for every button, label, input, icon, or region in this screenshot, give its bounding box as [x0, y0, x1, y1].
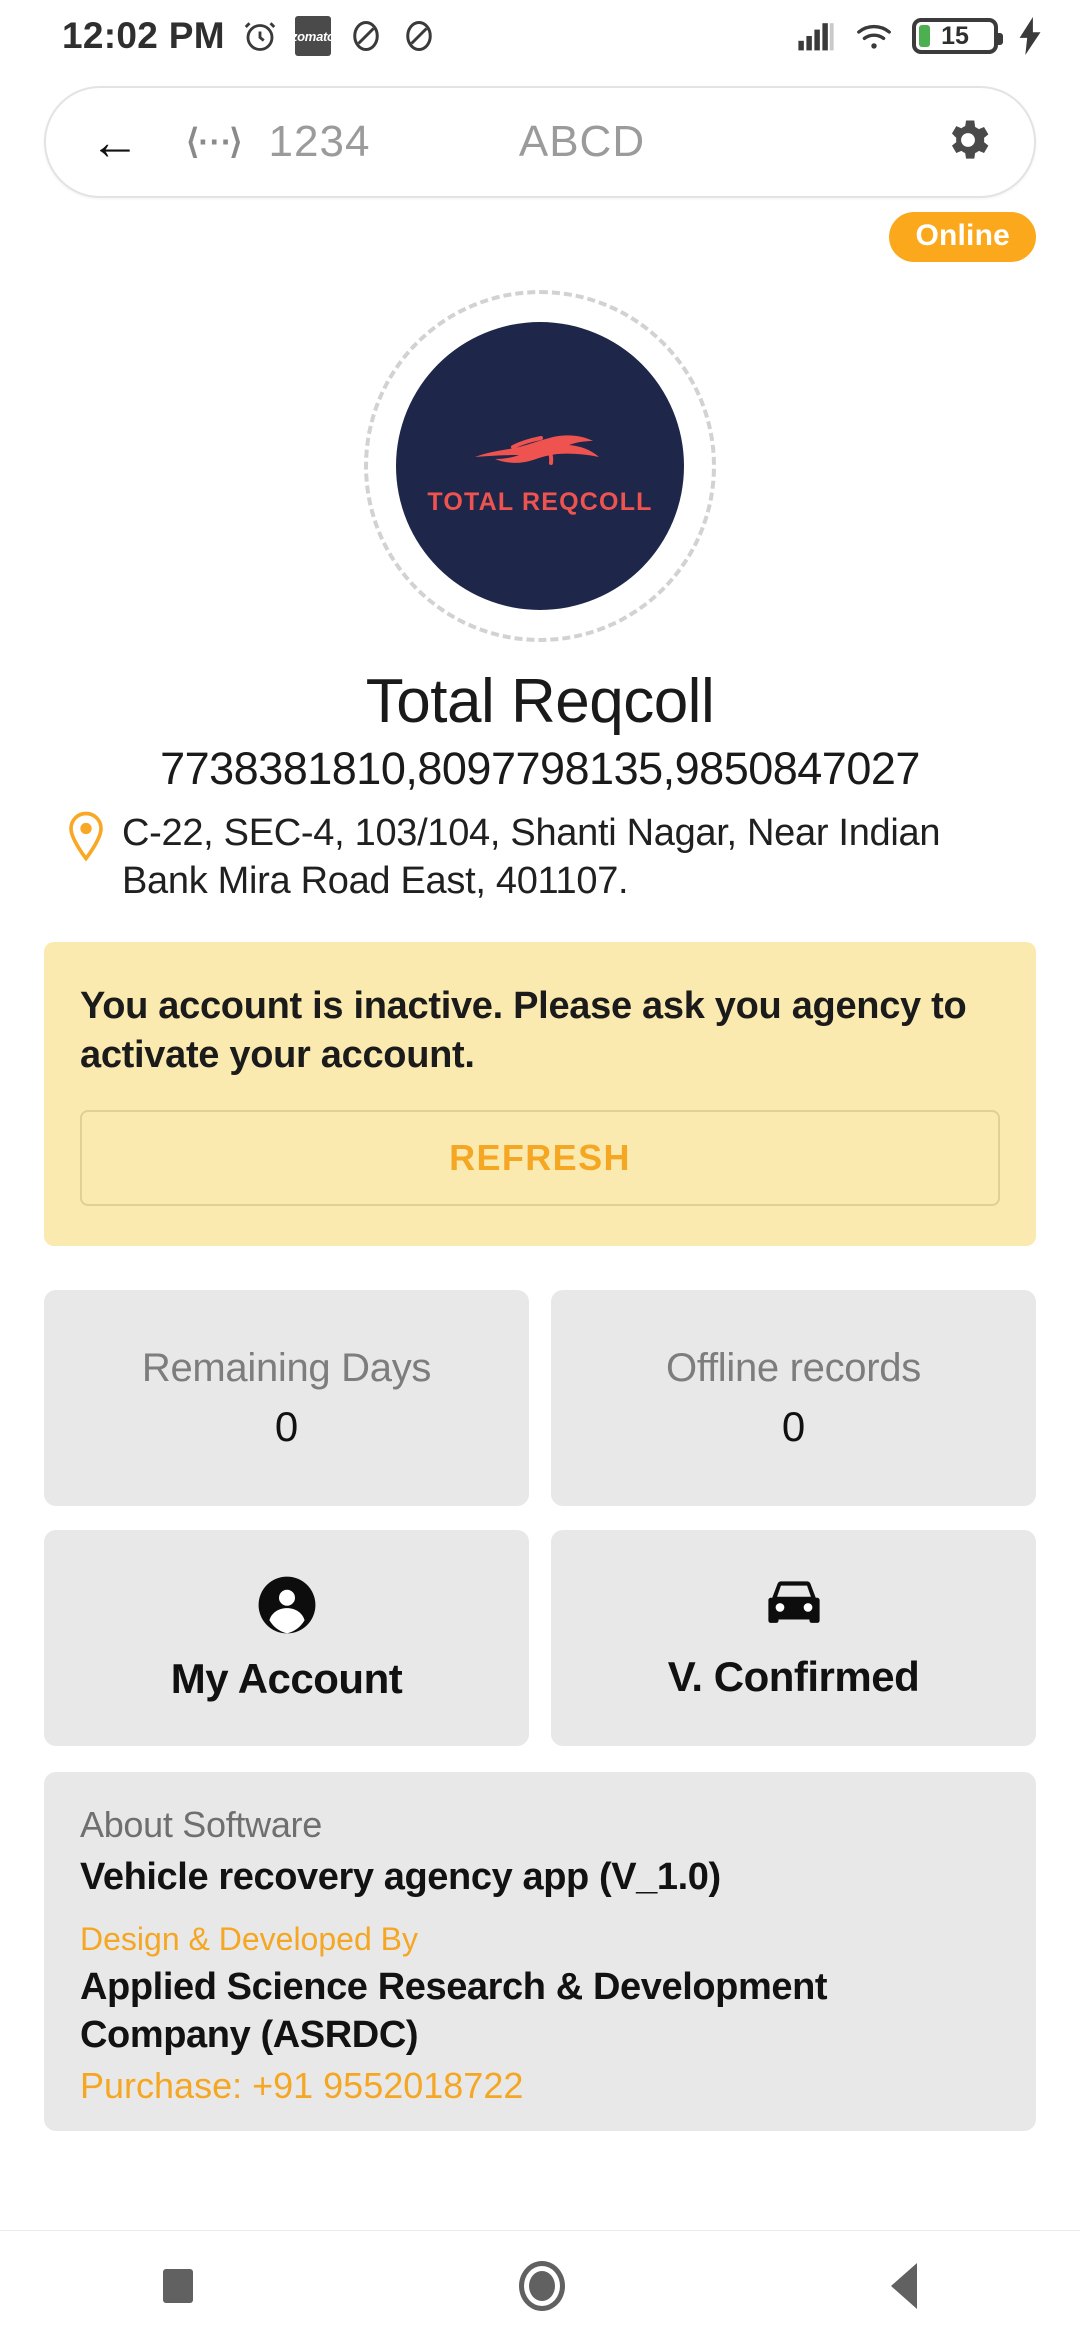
- status-bar-right: 15: [796, 17, 1046, 55]
- app-notification-icon-2: [401, 18, 437, 54]
- stat-value: 0: [781, 1402, 806, 1450]
- status-badge: Online: [889, 212, 1036, 262]
- car-icon: [760, 1576, 828, 1639]
- zomato-icon: zomato: [291, 16, 335, 56]
- about-heading: About Software: [80, 1804, 322, 1846]
- stat-value: 0: [274, 1402, 299, 1450]
- alarm-icon: [242, 18, 278, 54]
- action-card-v-confirmed[interactable]: V. Confirmed: [551, 1530, 1036, 1747]
- wifi-icon: [854, 20, 894, 52]
- business-address: C-22, SEC-4, 103/104, Shanti Nagar, Near…: [122, 812, 941, 903]
- letters-field[interactable]: ABCD: [519, 117, 645, 167]
- triangle-back-icon[interactable]: [891, 2262, 917, 2309]
- about-developer-name: Applied Science Research & Development C…: [80, 1966, 828, 2056]
- action-label: V. Confirmed: [667, 1652, 920, 1700]
- status-bar-left: 12:02 PM zomato: [62, 15, 437, 57]
- about-software-card: About Software Vehicle recovery agency a…: [44, 1772, 1036, 2132]
- status-badge-row: Online: [0, 198, 1080, 262]
- action-card-my-account[interactable]: My Account: [44, 1530, 529, 1747]
- stat-card-offline-records[interactable]: Offline records 0: [551, 1290, 1036, 1507]
- actions-grid: My Account V. Confirmed: [0, 1530, 1080, 1747]
- refresh-button[interactable]: REFRESH: [80, 1110, 1000, 1207]
- code-brackets-icon[interactable]: ⟨⋯⟩: [186, 122, 243, 162]
- person-icon: [256, 1574, 318, 1641]
- business-phones: 7738381810,8097798135,9850847027: [160, 743, 920, 794]
- gear-icon[interactable]: [942, 114, 994, 171]
- logo-wordmark: TOTAL REQCOLL: [427, 488, 653, 516]
- logo-container: TOTAL REQCOLL: [0, 290, 1080, 642]
- stat-label: Offline records: [666, 1345, 921, 1390]
- logo-dashed-ring: TOTAL REQCOLL: [364, 290, 716, 642]
- top-action-bar: ← ⟨⋯⟩ 1234 ABCD: [44, 86, 1036, 198]
- stat-label: Remaining Days: [141, 1345, 432, 1390]
- battery-percent: 15: [941, 22, 969, 50]
- top-bar-container: ← ⟨⋯⟩ 1234 ABCD: [0, 72, 1080, 198]
- inactive-account-alert: You account is inactive. Please ask you …: [44, 941, 1036, 1247]
- stat-card-remaining-days[interactable]: Remaining Days 0: [44, 1290, 529, 1507]
- cellular-signal-icon: [796, 20, 836, 52]
- battery-icon: 15: [912, 18, 1003, 54]
- square-recents-icon[interactable]: [163, 2268, 193, 2303]
- business-name: Total Reqcoll: [365, 667, 715, 736]
- status-bar: 12:02 PM zomato 15: [0, 0, 1080, 72]
- alert-message: You account is inactive. Please ask you …: [80, 984, 967, 1076]
- circle-home-icon[interactable]: [519, 2260, 565, 2311]
- sports-car-icon: [465, 415, 615, 482]
- back-arrow-icon[interactable]: ←: [90, 117, 140, 167]
- android-navigation-bar: [0, 2230, 1080, 2340]
- about-developed-by-label: Design & Developed By: [80, 1921, 418, 1958]
- about-app-version: Vehicle recovery agency app (V_1.0): [80, 1856, 721, 1899]
- action-label: My Account: [170, 1654, 403, 1702]
- charging-bolt-icon: [1016, 17, 1046, 55]
- status-bar-clock: 12:02 PM: [62, 15, 225, 56]
- business-address-row: C-22, SEC-4, 103/104, Shanti Nagar, Near…: [0, 795, 1080, 906]
- about-purchase-contact[interactable]: Purchase: +91 9552018722: [80, 2065, 1000, 2107]
- logo-circle: TOTAL REQCOLL: [396, 322, 684, 610]
- stats-grid: Remaining Days 0 Offline records 0: [0, 1290, 1080, 1507]
- app-notification-icon: [348, 18, 384, 54]
- location-pin-icon: [66, 809, 106, 868]
- number-field[interactable]: 1234: [269, 117, 371, 167]
